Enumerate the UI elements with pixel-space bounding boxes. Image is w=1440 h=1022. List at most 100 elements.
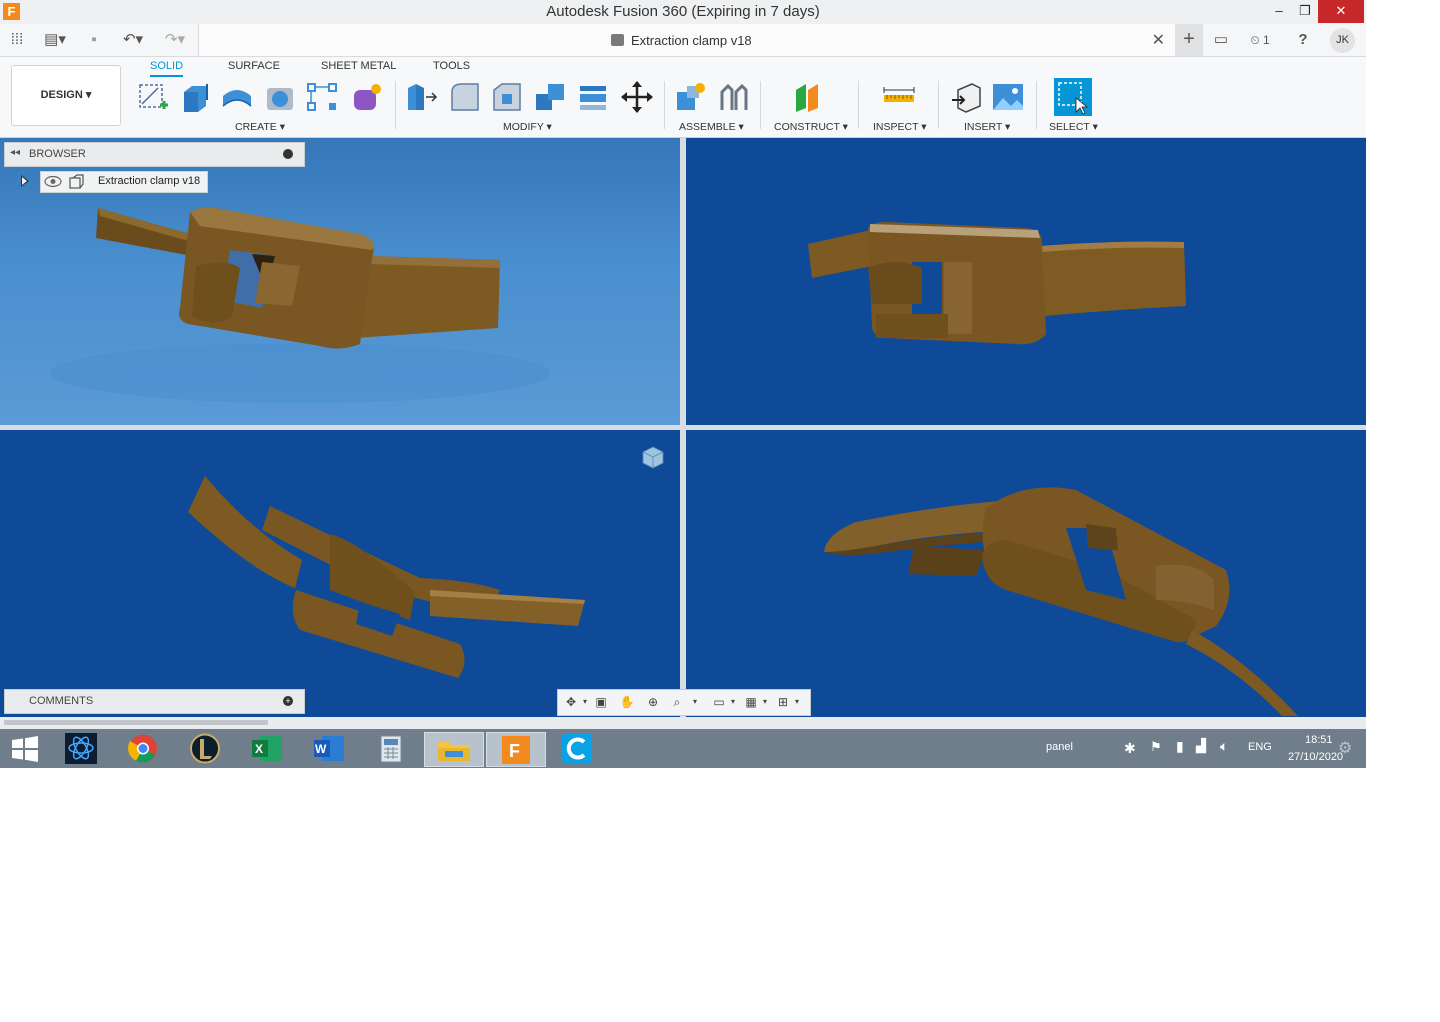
viewport-right[interactable] <box>686 430 1366 717</box>
chamfer-icon[interactable] <box>490 80 524 114</box>
pan-icon[interactable]: ✋ <box>618 694 636 710</box>
tab-surface[interactable]: SURFACE <box>228 60 280 72</box>
viewports-dropdown-icon[interactable]: ▾ <box>788 694 806 710</box>
fit-icon[interactable]: ⌕ <box>668 694 686 710</box>
document-tab[interactable]: Extraction clamp v18 ✕ <box>198 24 1175 56</box>
tab-sheet-metal[interactable]: SHEET METAL <box>321 60 396 72</box>
scrollbar-thumb[interactable] <box>4 720 268 725</box>
offset-plane-icon[interactable] <box>792 80 826 114</box>
language-indicator[interactable]: ENG <box>1248 741 1272 753</box>
combine-icon[interactable] <box>534 80 568 114</box>
offset-face-icon[interactable] <box>576 80 610 114</box>
clamp-model-top[interactable] <box>0 430 680 717</box>
component-document-icon <box>69 174 84 189</box>
battery-icon[interactable]: ▮ <box>1176 738 1184 755</box>
app-icon-blue-atom[interactable] <box>64 732 98 765</box>
tray-panel-label[interactable]: panel <box>1046 741 1073 753</box>
construct-group-label[interactable]: CONSTRUCT ▾ <box>774 121 848 133</box>
redo-icon[interactable]: ↷▾ <box>158 28 192 52</box>
insert-group-label[interactable]: INSERT ▾ <box>964 121 1010 133</box>
insert-canvas-icon[interactable] <box>991 80 1025 114</box>
comments-title: COMMENTS <box>29 695 94 707</box>
minimize-button[interactable]: – <box>1266 0 1292 23</box>
calculator-icon[interactable] <box>374 732 408 765</box>
fusion-360-icon: F <box>502 736 530 764</box>
settings-gear-icon[interactable]: ⚙ <box>1338 738 1352 758</box>
windows-start-icon[interactable] <box>8 732 42 765</box>
fillet-icon[interactable] <box>448 80 482 114</box>
create-sketch-icon[interactable] <box>136 80 170 114</box>
add-comment-icon[interactable]: + <box>283 696 293 706</box>
move-icon[interactable] <box>620 80 654 114</box>
save-icon[interactable]: ▪ <box>84 28 104 52</box>
browser-collapse-icon[interactable]: ◂◂ <box>10 147 20 158</box>
workspace-switcher[interactable]: DESIGN ▾ <box>11 65 121 126</box>
eye-icon[interactable] <box>44 175 62 188</box>
browser-root-node[interactable]: Extraction clamp v18 <box>40 171 208 193</box>
select-group-label[interactable]: SELECT ▾ <box>1049 121 1098 133</box>
excel-icon[interactable]: X <box>250 732 284 765</box>
select-icon[interactable] <box>1054 78 1092 116</box>
viewport-splitter-horizontal[interactable] <box>0 425 1366 430</box>
new-component-icon[interactable] <box>673 80 707 114</box>
clamp-model-front[interactable] <box>686 138 1366 425</box>
zoom-icon[interactable]: ⊕ <box>644 694 662 710</box>
volume-icon[interactable]: 🔈︎ <box>1220 738 1228 755</box>
flag-icon[interactable]: ⚑ <box>1150 739 1162 755</box>
separator <box>664 81 665 129</box>
press-pull-icon[interactable] <box>404 80 438 114</box>
extrude-icon[interactable] <box>178 80 212 114</box>
ccleaner-icon[interactable] <box>560 732 594 765</box>
expand-arrow-icon[interactable] <box>21 175 29 187</box>
data-panel-grid-icon[interactable]: ⁞⁞⁞ <box>6 28 28 52</box>
svg-text:F: F <box>509 741 520 761</box>
browser-panel: ◂◂ BROWSER <box>4 142 305 167</box>
display-dropdown-icon[interactable]: ▾ <box>724 694 742 710</box>
file-menu-icon[interactable]: ▤▾ <box>38 28 72 52</box>
help-icon[interactable]: ? <box>1292 28 1314 52</box>
browser-minimize-icon[interactable] <box>283 149 293 159</box>
restore-button[interactable]: ❐ <box>1292 0 1318 23</box>
browser-node-label: Extraction clamp v18 <box>98 175 201 187</box>
fit-dropdown-icon[interactable]: ▾ <box>686 694 704 710</box>
viewport-top[interactable] <box>0 430 680 717</box>
title-bar: F Autodesk Fusion 360 (Expiring in 7 day… <box>0 0 1366 23</box>
close-button[interactable]: ✕ <box>1318 0 1364 23</box>
chrome-icon[interactable] <box>126 732 160 765</box>
user-avatar[interactable]: JK <box>1330 28 1355 53</box>
revolve-icon[interactable] <box>220 80 254 114</box>
viewport-front[interactable] <box>686 138 1366 425</box>
network-icon[interactable]: ▟ <box>1196 738 1206 754</box>
measure-icon[interactable] <box>882 80 916 114</box>
document-tab-close-icon[interactable]: ✕ <box>1152 30 1165 50</box>
tab-tools[interactable]: TOOLS <box>433 60 470 72</box>
league-of-legends-icon[interactable] <box>188 732 222 765</box>
viewcube-icon[interactable] <box>640 444 666 470</box>
undo-icon[interactable]: ↶▾ <box>116 28 150 52</box>
separator <box>1036 81 1037 129</box>
assemble-group-label[interactable]: ASSEMBLE ▾ <box>679 121 744 133</box>
tab-solid[interactable]: SOLID <box>150 60 184 77</box>
taskbar-fusion-360[interactable]: F <box>486 732 546 767</box>
modify-group-label[interactable]: MODIFY ▾ <box>503 121 552 133</box>
horizontal-scrollbar[interactable] <box>0 717 1366 729</box>
word-icon[interactable]: W <box>312 732 346 765</box>
pattern-icon[interactable] <box>306 80 340 114</box>
joint-icon[interactable] <box>716 80 750 114</box>
shell-icon[interactable] <box>264 80 298 114</box>
clock-time[interactable]: 18:51 <box>1305 734 1333 746</box>
job-status-icon[interactable]: ⏲ 1 <box>1244 28 1276 52</box>
taskbar-file-explorer[interactable] <box>424 732 484 767</box>
notification-icon[interactable]: ▭ <box>1210 28 1232 52</box>
bluetooth-icon[interactable]: ✱ <box>1124 740 1136 757</box>
clamp-model-right[interactable] <box>686 430 1366 717</box>
look-at-icon[interactable]: ▣ <box>592 694 610 710</box>
insert-derive-icon[interactable] <box>950 80 984 114</box>
create-form-icon[interactable] <box>350 80 384 114</box>
inspect-group-label[interactable]: INSPECT ▾ <box>873 121 927 133</box>
new-tab-button[interactable]: + <box>1175 24 1203 56</box>
grid-dropdown-icon[interactable]: ▾ <box>756 694 774 710</box>
create-group-label[interactable]: CREATE ▾ <box>235 121 285 133</box>
clock-date[interactable]: 27/10/2020 <box>1288 751 1343 763</box>
separator <box>760 81 761 129</box>
